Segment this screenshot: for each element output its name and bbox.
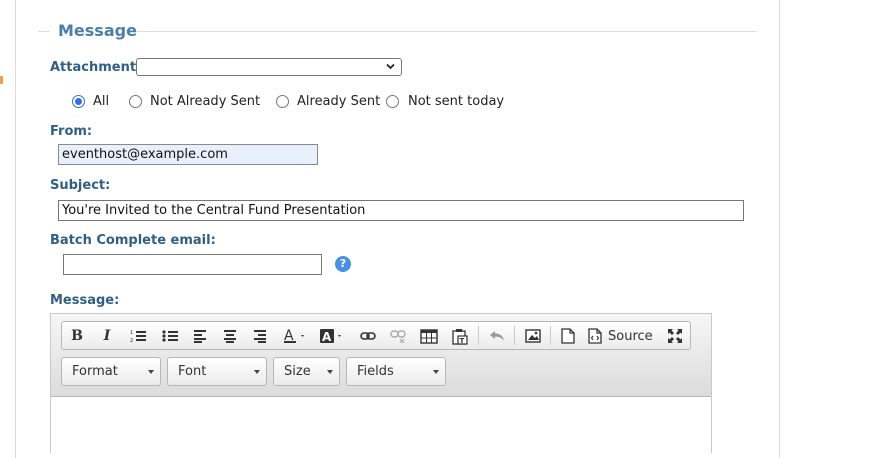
bulleted-list-icon [162, 330, 178, 342]
radio-already-sent[interactable] [276, 95, 289, 108]
text-color-icon: A [284, 328, 304, 344]
filter-not-already-sent-label: Not Already Sent [150, 94, 261, 109]
numbered-list-button[interactable]: 12 [126, 326, 150, 346]
bulleted-list-button[interactable] [158, 326, 182, 346]
link-button[interactable] [358, 326, 378, 346]
undo-icon [490, 331, 504, 341]
new-page-icon [561, 328, 575, 344]
chevron-down-icon [433, 370, 439, 374]
toolbar-separator [550, 326, 551, 345]
source-button[interactable]: Source [588, 326, 658, 346]
rich-text-editor: B I 12 A A T Source Format Font Size Fie… [50, 313, 712, 457]
size-combo-label: Size [284, 364, 311, 379]
numbered-list-icon: 12 [130, 330, 146, 343]
radio-not-sent-today[interactable] [386, 95, 399, 108]
bold-button[interactable]: B [68, 326, 86, 346]
toolbar-separator [478, 326, 479, 345]
align-center-button[interactable] [220, 326, 240, 346]
background-color-icon: A [320, 329, 341, 344]
from-field[interactable]: eventhost@example.com [58, 144, 318, 165]
filter-not-sent-today-label: Not sent today [408, 94, 505, 109]
filter-not-sent-today[interactable]: Not sent today [386, 94, 504, 109]
italic-button[interactable]: I [98, 326, 116, 346]
source-icon [588, 328, 602, 344]
batch-email-label: Batch Complete email: [50, 233, 216, 248]
fields-combo-label: Fields [357, 364, 394, 379]
chevron-down-icon [327, 370, 333, 374]
chevron-down-icon [148, 370, 154, 374]
table-icon [420, 328, 438, 344]
maximize-button[interactable] [664, 326, 686, 346]
toolbar-button-group: B I 12 A A T Source [61, 321, 691, 350]
maximize-icon [668, 329, 682, 343]
edge-marker [0, 76, 3, 84]
editor-content-area[interactable] [51, 397, 711, 457]
filter-already-sent[interactable]: Already Sent [276, 94, 380, 109]
undo-button[interactable] [486, 326, 508, 346]
unlink-button[interactable] [388, 326, 408, 346]
filter-already-sent-label: Already Sent [297, 94, 381, 109]
radio-not-already-sent[interactable] [129, 95, 142, 108]
bold-icon: B [71, 328, 83, 344]
format-combo-label: Format [72, 364, 118, 379]
message-label: Message: [50, 293, 120, 308]
from-label: From: [50, 124, 93, 139]
section-legend: Message [58, 21, 137, 40]
attachment-label: Attachment: [50, 60, 142, 75]
filter-all[interactable]: All [72, 94, 109, 109]
svg-text:2: 2 [130, 338, 133, 343]
font-combo-label: Font [178, 364, 207, 379]
legend-rule-right [137, 31, 757, 32]
chevron-down-icon [385, 61, 396, 75]
align-left-button[interactable] [190, 326, 210, 346]
filter-all-label: All [93, 94, 110, 109]
format-combo[interactable]: Format [61, 357, 161, 386]
source-label: Source [608, 328, 653, 344]
font-combo[interactable]: Font [167, 357, 267, 386]
align-left-icon [194, 330, 206, 343]
svg-text:1: 1 [130, 330, 133, 336]
svg-text:T: T [460, 337, 465, 345]
new-page-button[interactable] [558, 326, 578, 346]
editor-toolbar: B I 12 A A T Source Format Font Size Fie… [51, 314, 711, 397]
svg-text:A: A [322, 330, 332, 344]
link-icon [360, 332, 376, 340]
image-button[interactable] [522, 326, 544, 346]
align-right-icon [254, 330, 266, 343]
chevron-down-icon [254, 370, 260, 374]
paste-button[interactable]: T [450, 326, 470, 346]
radio-all[interactable] [72, 95, 85, 108]
background-color-button[interactable]: A [318, 326, 348, 346]
align-right-button[interactable] [250, 326, 270, 346]
size-combo[interactable]: Size [273, 357, 340, 386]
text-color-button[interactable]: A [282, 326, 310, 346]
unlink-icon [390, 330, 406, 343]
italic-icon: I [103, 328, 111, 344]
attachment-select[interactable] [136, 58, 402, 76]
subject-label: Subject: [50, 178, 111, 193]
batch-email-field[interactable] [63, 254, 322, 275]
image-icon [525, 329, 541, 343]
table-button[interactable] [418, 326, 440, 346]
align-center-icon [224, 330, 236, 343]
help-icon[interactable]: ? [335, 256, 351, 272]
legend-rule-left [38, 31, 50, 32]
toolbar-separator [514, 326, 515, 345]
filter-not-already-sent[interactable]: Not Already Sent [129, 94, 260, 109]
subject-field[interactable]: You're Invited to the Central Fund Prese… [58, 200, 744, 221]
paste-icon: T [452, 328, 468, 345]
fields-combo[interactable]: Fields [346, 357, 446, 386]
